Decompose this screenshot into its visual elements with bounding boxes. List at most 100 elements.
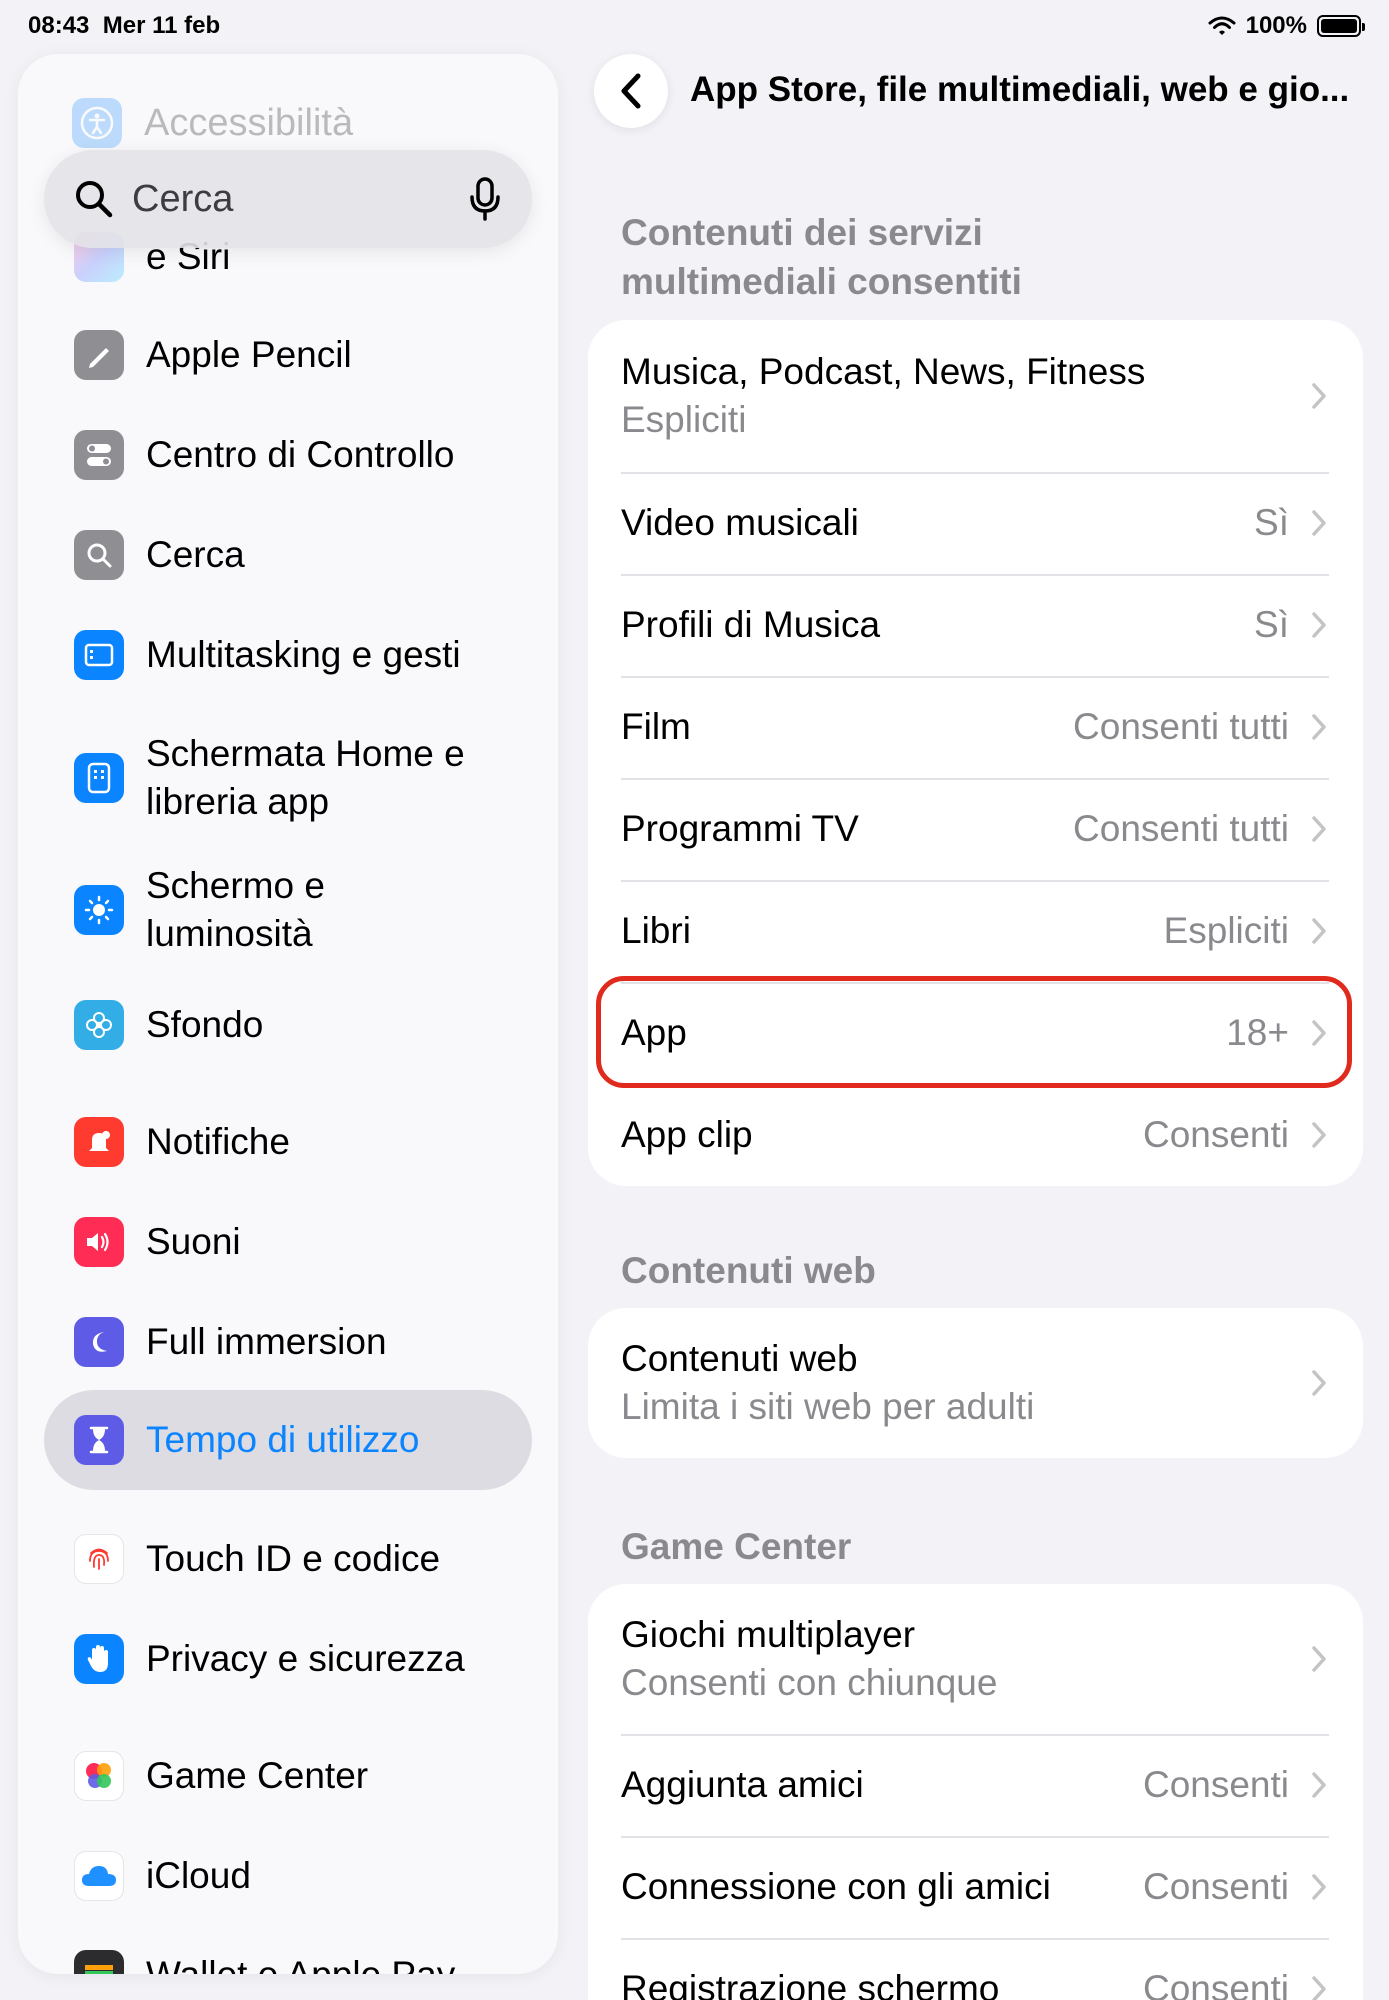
row-value: Consenti tutti <box>1073 808 1289 849</box>
page-title: App Store, file multimediali, web e gio.… <box>690 70 1350 109</box>
sidebar-item-apple-pencil[interactable]: Apple Pencil <box>44 330 532 380</box>
row-multiplayer[interactable]: Giochi multiplayer Consenti con chiunque <box>588 1584 1363 1734</box>
chevron-right-icon <box>1311 814 1329 844</box>
section-header-media: Contenuti dei servizi multimediali conse… <box>621 212 1022 302</box>
row-title: Musica, Podcast, News, Fitness <box>621 351 1146 392</box>
sidebar-item-label: Privacy e sicurezza <box>146 1638 465 1679</box>
accessibility-icon <box>72 98 122 148</box>
status-indicators: 100% <box>1208 12 1365 40</box>
sidebar-item-screen-time[interactable]: Tempo di utilizzo <box>44 1390 532 1490</box>
row-title: App <box>621 1012 687 1053</box>
sun-icon <box>74 885 124 935</box>
wallet-icon <box>74 1950 124 1974</box>
row-value: Consenti <box>1142 1114 1289 1155</box>
chevron-left-icon <box>621 73 641 109</box>
row-connect-friends[interactable]: Connessione con gli amici Consenti <box>588 1836 1363 1938</box>
chevron-right-icon <box>1311 916 1329 946</box>
row-value: 18+ <box>1226 1012 1289 1053</box>
row-subtitle: Limita i siti web per adulti <box>621 1386 1035 1427</box>
row-screen-recording[interactable]: Registrazione schermo Consenti <box>588 1938 1363 2000</box>
bell-icon <box>74 1117 124 1167</box>
sidebar-item-label: Tempo di utilizzo <box>146 1419 420 1460</box>
row-title: Film <box>621 706 691 747</box>
back-button[interactable] <box>594 54 668 128</box>
hand-icon <box>74 1634 124 1684</box>
row-title: Libri <box>621 910 691 951</box>
sidebar-item-icloud[interactable]: iCloud <box>44 1851 532 1901</box>
row-music-videos[interactable]: Video musicali Sì <box>588 472 1363 574</box>
flower-icon <box>74 1000 124 1050</box>
sidebar-item-label: Schermata Home e libreria app <box>146 733 465 822</box>
chevron-right-icon <box>1311 381 1329 411</box>
sidebar-item-label: Schermo e luminosità <box>146 865 325 954</box>
sidebar-item-label: Suoni <box>146 1221 241 1262</box>
row-subtitle: Espliciti <box>621 399 747 440</box>
row-books[interactable]: Libri Espliciti <box>588 880 1363 982</box>
row-value: Espliciti <box>1163 910 1289 951</box>
row-title: Programmi TV <box>621 808 859 849</box>
sidebar-item-wallet[interactable]: Wallet e Apple Pay <box>44 1950 532 1974</box>
sidebar-item-game-center[interactable]: Game Center <box>44 1751 532 1801</box>
row-title: Contenuti web <box>621 1338 858 1379</box>
battery-icon <box>1317 15 1365 37</box>
sidebar-item-label: Sfondo <box>146 1004 264 1045</box>
row-value: Sì <box>1254 604 1289 645</box>
game-center-card: Giochi multiplayer Consenti con chiunque… <box>588 1584 1363 2000</box>
row-movies[interactable]: Film Consenti tutti <box>588 676 1363 778</box>
sidebar-item-home-screen[interactable]: Schermata Home e libreria app <box>44 730 532 826</box>
row-value: Consenti <box>1142 1764 1289 1805</box>
row-app-clips[interactable]: App clip Consenti <box>588 1084 1363 1186</box>
hourglass-icon <box>74 1415 124 1465</box>
row-web-content[interactable]: Contenuti web Limita i siti web per adul… <box>588 1308 1363 1458</box>
sidebar-item-label: Notifiche <box>146 1121 290 1162</box>
status-time: 08:43 Mer 11 feb <box>28 12 221 39</box>
sidebar-item-label: iCloud <box>146 1855 251 1896</box>
section-header-web: Contenuti web <box>621 1250 876 1291</box>
sidebar-item-privacy[interactable]: Privacy e sicurezza <box>44 1634 532 1684</box>
search-icon <box>76 181 113 218</box>
search-input[interactable]: Cerca <box>44 150 532 248</box>
row-title: Registrazione schermo <box>621 1968 1000 2000</box>
sidebar-item-wallpaper[interactable]: Sfondo <box>44 1000 532 1050</box>
search-placeholder: Cerca <box>132 177 234 220</box>
chevron-right-icon <box>1311 1368 1329 1398</box>
sidebar-item-sounds[interactable]: Suoni <box>44 1217 532 1267</box>
row-value: Consenti tutti <box>1073 706 1289 747</box>
chevron-right-icon <box>1311 1644 1329 1674</box>
sidebar-item-multitasking[interactable]: Multitasking e gesti <box>44 630 532 680</box>
sidebar-item-label: Wallet e Apple Pay <box>146 1951 455 1974</box>
row-title: Video musicali <box>621 502 859 543</box>
chevron-right-icon <box>1311 1018 1329 1048</box>
sidebar-item-label: Centro di Controllo <box>146 434 455 475</box>
sidebar-item-label: Multitasking e gesti <box>146 634 461 675</box>
toggles-icon <box>74 430 124 480</box>
home-screen-icon <box>74 753 124 803</box>
sidebar-item-search[interactable]: Cerca <box>44 530 532 580</box>
status-date: Mer 11 feb <box>102 12 221 39</box>
sidebar-item-focus[interactable]: Full immersion <box>44 1317 532 1367</box>
sidebar-item-accessibility[interactable]: Accessibilità <box>72 98 353 148</box>
fingerprint-icon <box>74 1534 124 1584</box>
sidebar-item-label: Cerca <box>146 534 245 575</box>
chevron-right-icon <box>1311 508 1329 538</box>
sidebar[interactable]: Accessibilità Cerca e Siri Apple Pencil … <box>18 54 558 1974</box>
sidebar-item-touch-id[interactable]: Touch ID e codice <box>44 1534 532 1584</box>
pencil-icon <box>74 330 124 380</box>
row-adding-friends[interactable]: Aggiunta amici Consenti <box>588 1734 1363 1836</box>
chevron-right-icon <box>1311 1974 1329 2000</box>
sidebar-item-control-center[interactable]: Centro di Controllo <box>44 430 532 480</box>
search-icon <box>74 530 124 580</box>
moon-icon <box>74 1317 124 1367</box>
row-title: Giochi multiplayer <box>621 1614 916 1655</box>
sidebar-item-label: Accessibilità <box>144 101 354 144</box>
microphone-icon[interactable] <box>468 177 502 221</box>
row-tv-shows[interactable]: Programmi TV Consenti tutti <box>588 778 1363 880</box>
row-title: Aggiunta amici <box>621 1764 864 1805</box>
row-subtitle: Consenti con chiunque <box>621 1662 998 1703</box>
sidebar-item-display[interactable]: Schermo e luminosità <box>44 862 532 958</box>
row-music-podcast[interactable]: Musica, Podcast, News, Fitness Espliciti <box>588 320 1363 472</box>
cloud-icon <box>74 1851 124 1901</box>
sidebar-item-notifications[interactable]: Notifiche <box>44 1117 532 1167</box>
row-apps[interactable]: App 18+ <box>588 982 1363 1084</box>
row-music-profiles[interactable]: Profili di Musica Sì <box>588 574 1363 676</box>
